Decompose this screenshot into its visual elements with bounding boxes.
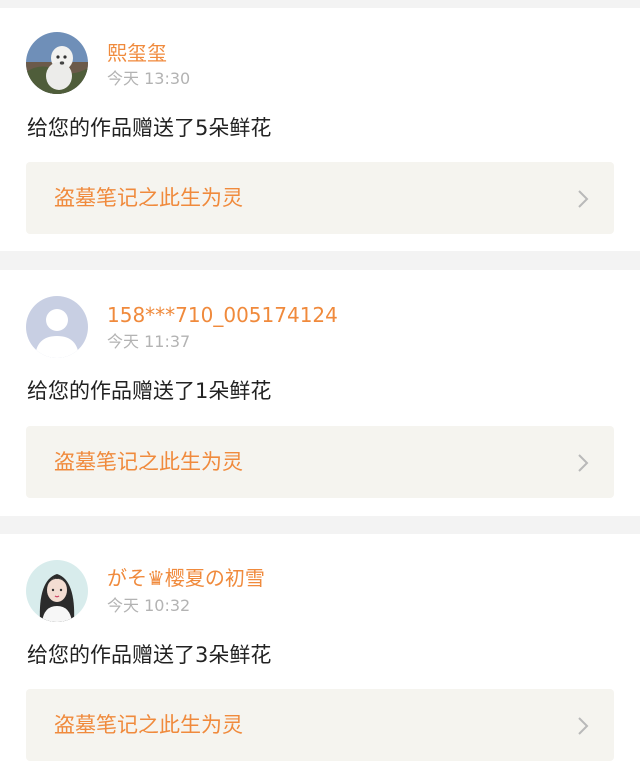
work-title: 盗墓笔记之此生为灵 (54, 450, 243, 474)
username[interactable]: がそ♛樱夏の初雪 (107, 566, 265, 590)
username[interactable]: 158***710_005174124 (107, 303, 338, 327)
avatar[interactable] (26, 560, 88, 622)
username[interactable]: 熙玺玺 (107, 41, 167, 65)
avatar[interactable] (26, 32, 88, 94)
work-title: 盗墓笔记之此生为灵 (54, 186, 243, 210)
chevron-right-icon (578, 190, 589, 208)
gift-message: 给您的作品赠送了1朵鲜花 (27, 379, 272, 403)
dog-photo-avatar-icon (26, 32, 88, 94)
work-link-button[interactable]: 盗墓笔记之此生为灵 (26, 162, 614, 234)
gift-message: 给您的作品赠送了3朵鲜花 (27, 643, 272, 667)
work-link-button[interactable]: 盗墓笔记之此生为灵 (26, 689, 614, 761)
work-title: 盗墓笔记之此生为灵 (54, 713, 243, 737)
girl-photo-avatar-icon (26, 560, 88, 622)
notification-feed: 熙玺玺 今天 13:30 给您的作品赠送了5朵鲜花 盗墓笔记之此生为灵 158*… (0, 0, 640, 767)
chevron-right-icon (578, 717, 589, 735)
notification-card: 熙玺玺 今天 13:30 给您的作品赠送了5朵鲜花 盗墓笔记之此生为灵 (0, 8, 640, 251)
timestamp: 今天 11:37 (107, 332, 191, 351)
notification-card: 158***710_005174124 今天 11:37 给您的作品赠送了1朵鲜… (0, 270, 640, 516)
chevron-right-icon (578, 454, 589, 472)
avatar[interactable] (26, 296, 88, 358)
gift-message: 给您的作品赠送了5朵鲜花 (27, 116, 272, 140)
default-user-avatar-icon (26, 296, 88, 358)
timestamp: 今天 10:32 (107, 596, 191, 615)
timestamp: 今天 13:30 (107, 69, 191, 88)
notification-card: がそ♛樱夏の初雪 今天 10:32 给您的作品赠送了3朵鲜花 盗墓笔记之此生为灵 (0, 534, 640, 767)
work-link-button[interactable]: 盗墓笔记之此生为灵 (26, 426, 614, 498)
